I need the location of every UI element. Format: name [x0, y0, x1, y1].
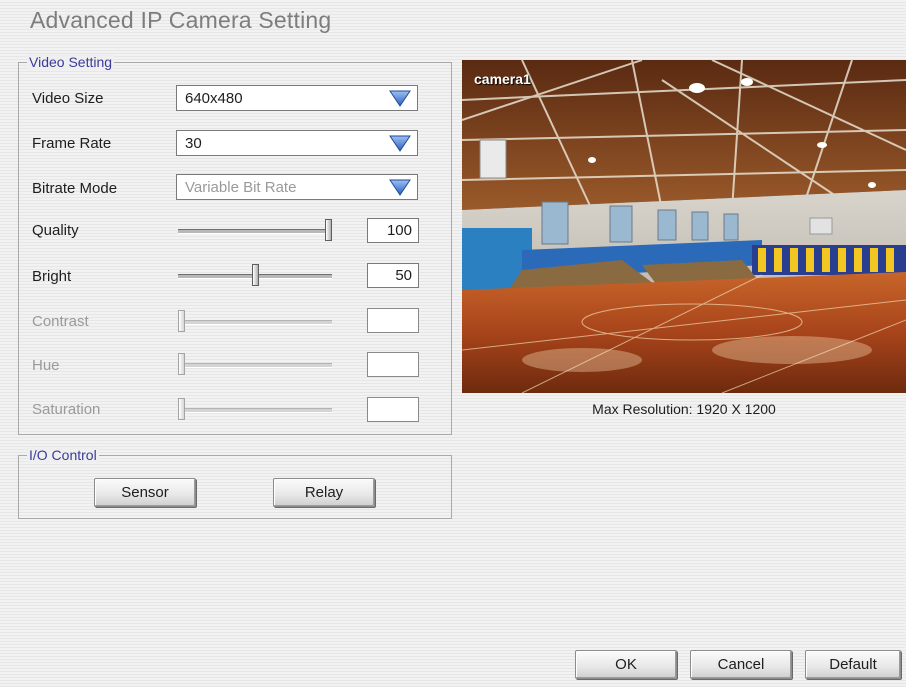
- saturation-label: Saturation: [32, 401, 101, 418]
- contrast-slider[interactable]: [178, 310, 332, 334]
- camera-preview-image: [462, 60, 906, 393]
- bitrate-mode-dropdown[interactable]: Variable Bit Rate: [176, 174, 418, 200]
- bright-value-field[interactable]: 50: [367, 263, 419, 288]
- video-setting-legend: Video Setting: [27, 54, 115, 70]
- default-button[interactable]: Default: [805, 650, 901, 679]
- bitrate-mode-label: Bitrate Mode: [32, 180, 118, 197]
- quality-label: Quality: [32, 222, 79, 239]
- slider-thumb[interactable]: [325, 219, 332, 241]
- relay-button[interactable]: Relay: [273, 478, 375, 507]
- sensor-button[interactable]: Sensor: [94, 478, 196, 507]
- slider-track: [178, 229, 332, 234]
- frame-rate-dropdown[interactable]: 30: [176, 130, 418, 156]
- saturation-value-field[interactable]: [367, 397, 419, 422]
- slider-thumb[interactable]: [178, 398, 185, 420]
- frame-rate-value: 30: [185, 135, 202, 152]
- cancel-button[interactable]: Cancel: [690, 650, 792, 679]
- video-size-dropdown[interactable]: 640x480: [176, 85, 418, 111]
- video-size-label: Video Size: [32, 90, 104, 107]
- hue-value-field[interactable]: [367, 352, 419, 377]
- hue-slider[interactable]: [178, 353, 332, 377]
- ok-button[interactable]: OK: [575, 650, 677, 679]
- bitrate-mode-value: Variable Bit Rate: [185, 179, 297, 196]
- io-control-legend: I/O Control: [27, 447, 99, 463]
- camera-name-overlay: camera1: [474, 71, 531, 87]
- triangle-down-icon[interactable]: [389, 90, 411, 107]
- camera-preview[interactable]: camera1: [462, 60, 906, 393]
- slider-track: [178, 320, 332, 325]
- quality-value-field[interactable]: 100: [367, 218, 419, 243]
- bright-slider[interactable]: [178, 264, 332, 288]
- slider-thumb[interactable]: [252, 264, 259, 286]
- contrast-label: Contrast: [32, 313, 89, 330]
- frame-rate-label: Frame Rate: [32, 135, 112, 152]
- video-size-value: 640x480: [185, 90, 243, 107]
- hue-label: Hue: [32, 357, 60, 374]
- max-resolution-text: Max Resolution: 1920 X 1200: [592, 401, 776, 417]
- bright-label: Bright: [32, 268, 72, 285]
- contrast-value-field[interactable]: [367, 308, 419, 333]
- slider-thumb[interactable]: [178, 353, 185, 375]
- video-setting-group: Video Setting: [18, 54, 452, 435]
- triangle-down-icon[interactable]: [389, 135, 411, 152]
- slider-thumb[interactable]: [178, 310, 185, 332]
- triangle-down-icon[interactable]: [389, 179, 411, 196]
- io-control-group: I/O Control: [18, 447, 452, 519]
- quality-slider[interactable]: [178, 219, 332, 243]
- slider-track: [178, 363, 332, 368]
- dialog-title: Advanced IP Camera Setting: [30, 7, 332, 33]
- saturation-slider[interactable]: [178, 398, 332, 422]
- slider-track: [178, 408, 332, 413]
